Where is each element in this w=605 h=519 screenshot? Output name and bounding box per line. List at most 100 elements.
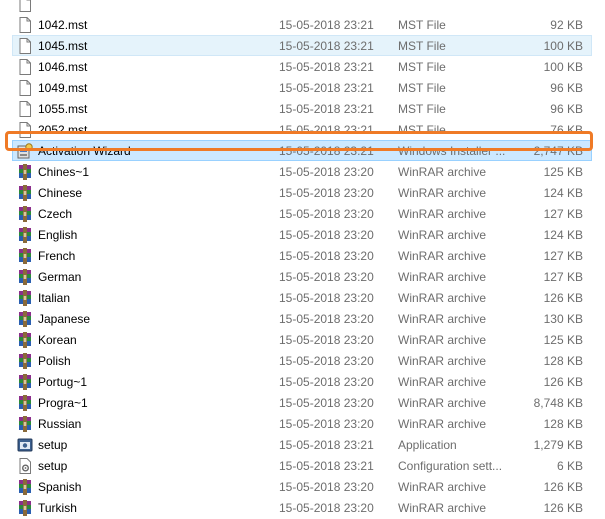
file-date-modified: 15-05-2018 23:20	[279, 207, 374, 221]
file-name: Chines~1	[38, 165, 90, 179]
winrar-icon	[17, 269, 33, 285]
file-row[interactable]: Chinese 15-05-2018 23:20 WinRAR archive 124…	[12, 182, 592, 203]
file-name: setup	[38, 438, 68, 452]
winrar-icon	[17, 185, 33, 201]
file-size: 126 KB	[543, 291, 583, 305]
file-name: Korean	[38, 333, 77, 347]
file-row[interactable]: Russian 15-05-2018 23:20 WinRAR archive 128…	[12, 413, 592, 434]
file-size: 124 KB	[543, 228, 583, 242]
file-date-modified: 15-05-2018 23:20	[279, 186, 374, 200]
winrar-icon	[17, 248, 33, 264]
file-size: 125 KB	[543, 333, 583, 347]
file-name: setup	[38, 459, 68, 473]
file-name: Czech	[38, 207, 73, 221]
file-name: 1049.mst	[38, 81, 88, 95]
file-row[interactable]: Japanese 15-05-2018 23:20 WinRAR archive 13…	[12, 308, 592, 329]
file-row[interactable]: Polish 15-05-2018 23:20 WinRAR archive 128 …	[12, 350, 592, 371]
file-type: MST File	[398, 18, 446, 32]
file-date-modified: 15-05-2018 23:20	[279, 249, 374, 263]
file-row[interactable]: French 15-05-2018 23:20 WinRAR archive 127 …	[12, 245, 592, 266]
file-name: 1045.mst	[38, 39, 88, 53]
file-type: WinRAR archive	[398, 354, 487, 368]
file-type: WinRAR archive	[398, 249, 487, 263]
file-row[interactable]: 1046.mst 15-05-2018 23:21 MST File 100 KB	[12, 56, 592, 77]
file-type: WinRAR archive	[398, 207, 487, 221]
config-icon	[17, 458, 33, 474]
file-size: 92 KB	[550, 18, 583, 32]
file-name: Chinese	[38, 186, 83, 200]
file-date-modified: 15-05-2018 23:20	[279, 165, 374, 179]
file-name: Japanese	[38, 312, 91, 326]
file-name: 1046.mst	[38, 60, 88, 74]
file-date-modified: 15-05-2018 23:20	[279, 375, 374, 389]
file-type: WinRAR archive	[398, 165, 487, 179]
file-type: MST File	[398, 60, 446, 74]
file-row[interactable]	[12, 0, 592, 14]
winrar-icon	[17, 227, 33, 243]
file-name: Polish	[38, 354, 71, 368]
file-type: WinRAR archive	[398, 333, 487, 347]
file-row[interactable]: setup 15-05-2018 23:21 Configuration sett.…	[12, 455, 592, 476]
file-date-modified: 15-05-2018 23:21	[279, 438, 374, 452]
file-date-modified: 15-05-2018 23:20	[279, 228, 374, 242]
file-name: Spanish	[38, 480, 82, 494]
file-date-modified: 15-05-2018 23:21	[279, 81, 374, 95]
file-name: French	[38, 249, 76, 263]
winrar-icon	[17, 311, 33, 327]
file-size: 130 KB	[543, 312, 583, 326]
winrar-icon	[17, 500, 33, 516]
file-date-modified: 15-05-2018 23:20	[279, 354, 374, 368]
file-date-modified: 15-05-2018 23:21	[279, 459, 374, 473]
doc-icon	[17, 80, 33, 96]
winrar-icon	[17, 332, 33, 348]
file-row[interactable]: Czech 15-05-2018 23:20 WinRAR archive 127 K…	[12, 203, 592, 224]
file-row[interactable]: Chines~1 15-05-2018 23:20 WinRAR archive 12…	[12, 161, 592, 182]
file-row[interactable]: 1055.mst 15-05-2018 23:21 MST File 96 KB	[12, 98, 592, 119]
doc-icon	[17, 101, 33, 117]
file-name: Russian	[38, 417, 82, 431]
file-type: MST File	[398, 81, 446, 95]
file-row[interactable]: Spanish 15-05-2018 23:20 WinRAR archive 126…	[12, 476, 592, 497]
file-row[interactable]: Turkish 15-05-2018 23:20 WinRAR archive 126…	[12, 497, 592, 518]
winrar-icon	[17, 290, 33, 306]
file-row[interactable]: Korean 15-05-2018 23:20 WinRAR archive 125 …	[12, 329, 592, 350]
file-date-modified: 15-05-2018 23:20	[279, 270, 374, 284]
file-name: Progra~1	[38, 396, 88, 410]
file-size: 96 KB	[550, 81, 583, 95]
file-name: 1055.mst	[38, 102, 88, 116]
winrar-icon	[17, 374, 33, 390]
file-date-modified: 15-05-2018 23:20	[279, 291, 374, 305]
file-date-modified: 15-05-2018 23:20	[279, 417, 374, 431]
file-type: WinRAR archive	[398, 228, 487, 242]
file-size: 127 KB	[543, 207, 583, 221]
file-name: 1042.mst	[38, 18, 88, 32]
file-row[interactable]: Portug~1 15-05-2018 23:20 WinRAR archive 12…	[12, 371, 592, 392]
file-row[interactable]: Italian 15-05-2018 23:20 WinRAR archive 126…	[12, 287, 592, 308]
winrar-icon	[17, 416, 33, 432]
file-name: German	[38, 270, 82, 284]
file-size: 126 KB	[543, 375, 583, 389]
file-type: WinRAR archive	[398, 312, 487, 326]
file-row[interactable]: 1049.mst 15-05-2018 23:21 MST File 96 KB	[12, 77, 592, 98]
app-icon	[17, 437, 33, 453]
file-date-modified: 15-05-2018 23:21	[279, 39, 374, 53]
winrar-icon	[17, 395, 33, 411]
file-row[interactable]: setup 15-05-2018 23:21 Application 1,279 KB	[12, 434, 592, 455]
file-row[interactable]: 1042.mst 15-05-2018 23:21 MST File 92 KB	[12, 14, 592, 35]
file-row[interactable]: German 15-05-2018 23:20 WinRAR archive 127 …	[12, 266, 592, 287]
file-size: 8,748 KB	[533, 396, 583, 410]
file-size: 126 KB	[543, 480, 583, 494]
file-type: WinRAR archive	[398, 291, 487, 305]
file-size: 128 KB	[543, 354, 583, 368]
winrar-icon	[17, 164, 33, 180]
file-row[interactable]: English 15-05-2018 23:20 WinRAR archive 124…	[12, 224, 592, 245]
file-type: Application	[398, 438, 457, 452]
file-row[interactable]: 1045.mst 15-05-2018 23:21 MST File 100 KB	[12, 35, 592, 56]
file-size: 127 KB	[543, 270, 583, 284]
doc-icon	[17, 59, 33, 75]
file-name: Italian	[38, 291, 71, 305]
file-type: WinRAR archive	[398, 396, 487, 410]
file-row[interactable]: Progra~1 15-05-2018 23:20 WinRAR archive 8,…	[12, 392, 592, 413]
file-type: WinRAR archive	[398, 375, 487, 389]
file-type: Configuration sett...	[398, 459, 503, 473]
